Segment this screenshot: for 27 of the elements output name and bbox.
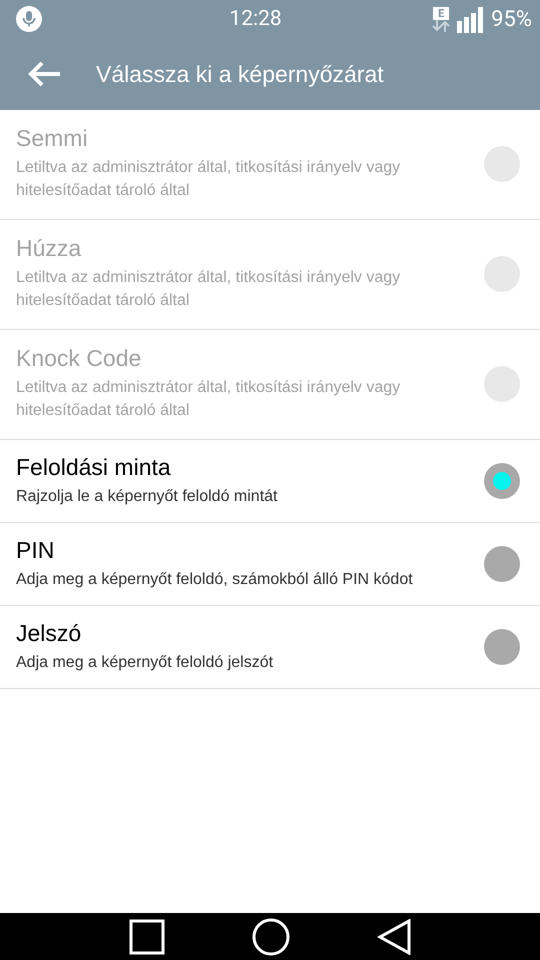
radio-button[interactable] (484, 629, 520, 665)
option-title: Knock Code (16, 345, 142, 372)
option-description: Letiltva az adminisztrátor által, titkosítási irányelv vagy hitelesítőadat tároló által (16, 158, 402, 201)
option-description: Letiltva az adminisztrátor által, titkosítási irányelv vagy hitelesítőadat tároló által (16, 268, 402, 311)
radio-button[interactable] (484, 463, 520, 499)
lock-option[interactable]: Feloldási minta Rajzolja le a képernyőt feloldó mintát (0, 440, 540, 523)
microphone-icon (16, 6, 42, 32)
page-title: Válassza ki a képernyőzárat (96, 60, 384, 88)
option-description: Rajzolja le a képernyőt feloldó mintát (16, 487, 278, 507)
home-button[interactable] (252, 918, 290, 956)
option-description: Letiltva az adminisztrátor által, titkosítási irányelv vagy hitelesítőadat tároló által (16, 378, 402, 421)
option-description: Adja meg a képernyőt feloldó, számokból álló PIN kódot (16, 570, 413, 590)
battery-percentage: 95% (491, 6, 532, 32)
option-description: Adja meg a képernyőt feloldó jelszót (16, 653, 274, 673)
network-type-label: E (433, 6, 450, 20)
lock-option[interactable]: Jelszó Adja meg a képernyőt feloldó jelszót (0, 606, 540, 689)
lock-option[interactable]: PIN Adja meg a képernyőt feloldó, számokból álló PIN kódot (0, 523, 540, 606)
option-title: Húzza (16, 235, 82, 262)
option-title: Feloldási minta (16, 454, 171, 481)
back-nav-button[interactable] (377, 918, 412, 954)
radio-button[interactable] (484, 546, 520, 582)
option-title: PIN (16, 537, 54, 564)
clock: 12:28 (228, 7, 283, 31)
data-arrows-icon (431, 20, 452, 32)
recent-apps-button[interactable] (128, 918, 165, 954)
option-title: Jelszó (16, 620, 82, 647)
option-title: Semmi (16, 125, 88, 152)
